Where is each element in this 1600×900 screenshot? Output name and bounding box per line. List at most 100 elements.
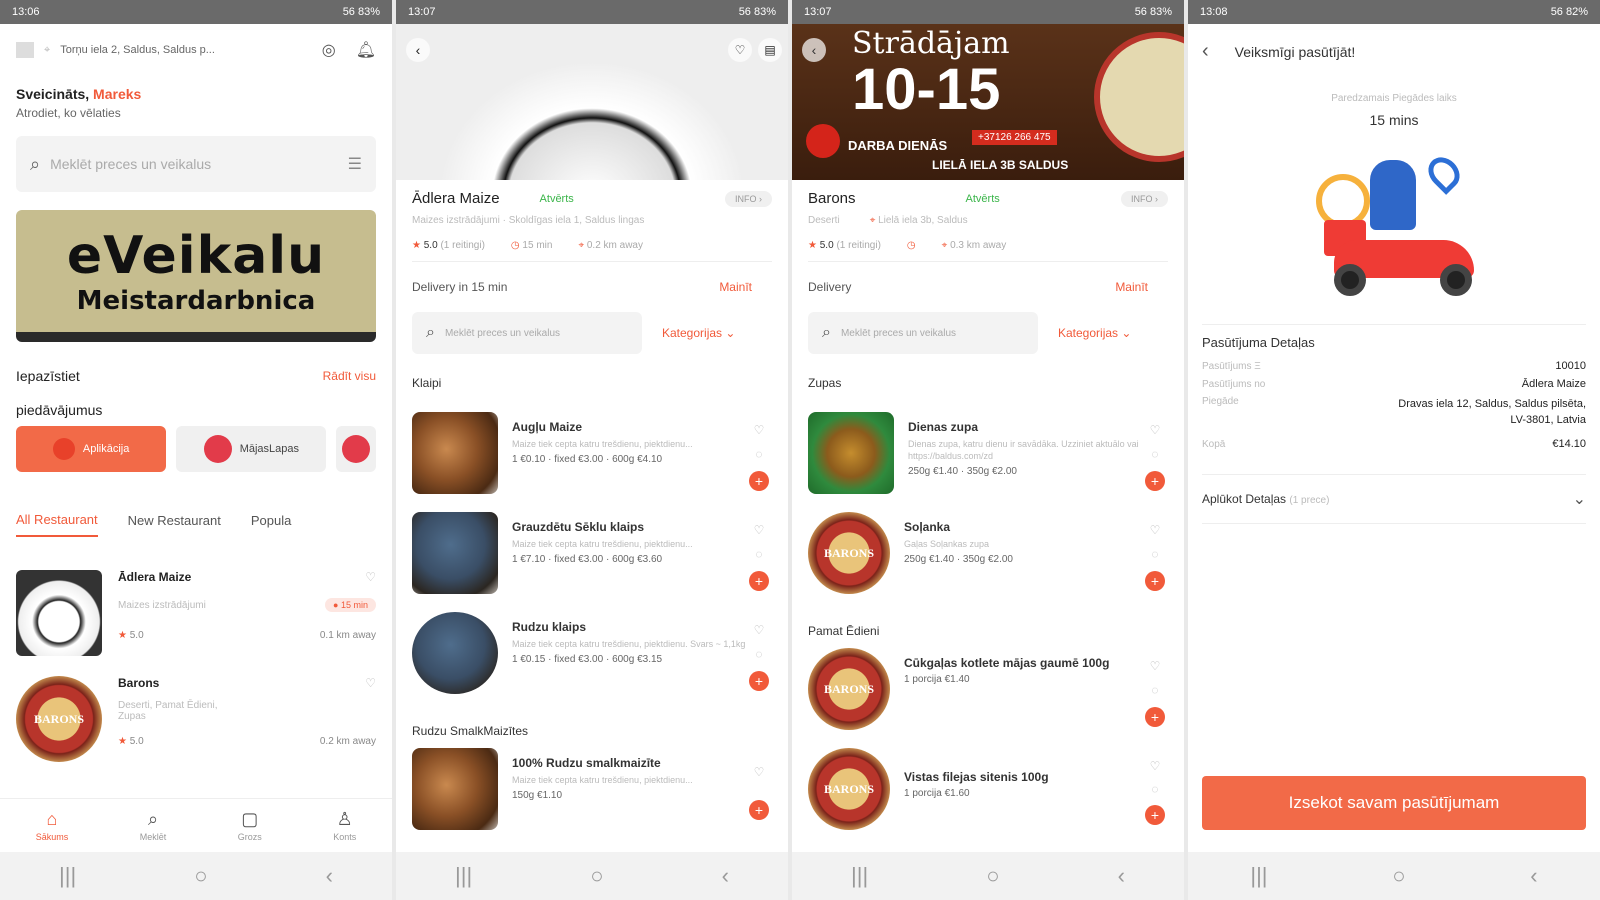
favorite-icon[interactable]: ♡ xyxy=(754,765,765,779)
info-icon[interactable]: ◌ xyxy=(1151,547,1158,561)
add-to-cart-button[interactable]: + xyxy=(749,671,769,691)
back-icon[interactable]: ‹ xyxy=(326,863,333,889)
chip-web[interactable]: MājasLapas xyxy=(176,426,327,472)
details-title: Pasūtījuma Detaļas xyxy=(1202,335,1315,350)
globe-icon[interactable]: ◎ xyxy=(322,40,336,60)
info-icon[interactable]: ◌ xyxy=(1151,447,1158,461)
info-icon[interactable]: ◌ xyxy=(755,647,762,661)
detail-value: Ādlera Maize xyxy=(1521,378,1586,390)
favorite-icon[interactable]: ♡ xyxy=(1150,659,1161,673)
see-all-link[interactable]: Rādīt visu xyxy=(323,369,376,383)
store-distance: 0.2 km away xyxy=(586,240,643,251)
product-card[interactable]: Dienas zupa Dienas zupa, katru dienu ir s… xyxy=(808,412,1168,502)
info-button[interactable]: INFO › xyxy=(725,190,772,207)
recent-apps-icon[interactable]: ||| xyxy=(455,863,472,889)
share-icon[interactable]: ♡ xyxy=(728,38,752,62)
store-address: Lielā iela 3b, Saldus xyxy=(878,215,968,226)
product-card[interactable]: Augļu Maize Maize tiek cepta katru trešdi… xyxy=(412,412,772,502)
product-card[interactable]: BARONS Vistas filejas sitenis 100g 1 porc… xyxy=(808,748,1168,836)
bell-icon[interactable]: 🔔︎ xyxy=(356,40,376,60)
user-name: Mareks xyxy=(93,86,142,102)
favorite-icon[interactable]: ♡ xyxy=(754,623,765,637)
product-card[interactable]: 100% Rudzu smalkmaizīte Maize tiek cepta … xyxy=(412,748,772,836)
tab-search[interactable]: ⌕ Meklēt xyxy=(140,799,167,852)
home-button-icon[interactable]: ○ xyxy=(194,863,207,889)
tab-all-restaurant[interactable]: All Restaurant xyxy=(16,512,98,537)
home-button-icon[interactable]: ○ xyxy=(590,863,603,889)
tab-cart[interactable]: ▢ Grozs xyxy=(238,799,262,852)
filter-icon[interactable]: ☰ xyxy=(348,154,362,174)
search-input[interactable]: ⌕ Meklēt preces un veikalus ☰ xyxy=(16,136,376,192)
add-to-cart-button[interactable]: + xyxy=(1145,805,1165,826)
back-icon[interactable]: ‹ xyxy=(1202,40,1209,63)
product-card[interactable]: Grauzdētu Sēklu klaips Maize tiek cepta k… xyxy=(412,512,772,602)
change-link[interactable]: Mainīt xyxy=(1115,280,1148,294)
add-to-cart-button[interactable]: + xyxy=(1145,571,1165,591)
track-order-button[interactable]: Izsekot savam pasūtījumam xyxy=(1202,776,1586,830)
back-icon[interactable]: ‹ xyxy=(406,38,430,62)
tab-new-restaurant[interactable]: New Restaurant xyxy=(128,513,221,536)
recent-apps-icon[interactable]: ||| xyxy=(1250,863,1267,889)
categories-dropdown[interactable]: Kategorijas ⌄ xyxy=(1058,326,1131,340)
info-icon[interactable]: ◌ xyxy=(755,447,762,461)
featured-label: Iepazīstiet xyxy=(16,368,80,384)
favorite-icon[interactable]: ♡ xyxy=(754,523,765,537)
tab-account[interactable]: ♙ Konts xyxy=(333,799,356,852)
promo-banner[interactable]: eVeikalu Meistardarbnica xyxy=(16,210,376,342)
chip-more[interactable] xyxy=(336,426,376,472)
favorite-icon[interactable]: ♡ xyxy=(1150,759,1161,773)
favorite-icon[interactable]: ♡ xyxy=(754,423,765,437)
store-search-input[interactable]: ⌕ Meklēt preces un veikalus xyxy=(808,312,1038,354)
detail-label: Kopā xyxy=(1202,438,1226,450)
menu-icon[interactable] xyxy=(16,42,34,58)
recent-apps-icon[interactable]: ||| xyxy=(851,863,868,889)
product-price: 1 €0.10 · fixed €3.00 · 600g €4.10 xyxy=(512,454,663,465)
tab-home-label: Sākums xyxy=(35,832,69,842)
address-text[interactable]: Torņu iela 2, Saldus, Saldus p... xyxy=(60,44,312,56)
home-button-icon[interactable]: ○ xyxy=(986,863,999,889)
restaurant-card[interactable]: Ādlera Maize ♡ Maizes izstrādājumi ● 15 … xyxy=(16,570,376,656)
items-accordion[interactable]: Aplūkot Detaļas (1 prece) ⌄ xyxy=(1202,474,1586,524)
add-to-cart-button[interactable]: + xyxy=(749,571,769,591)
open-status: Atvērts xyxy=(965,192,1000,205)
status-battery: 56 82% xyxy=(1550,6,1588,18)
location-pin-icon: ⌖ xyxy=(44,43,51,56)
info-icon[interactable]: ◌ xyxy=(1151,782,1158,796)
search-icon: ⌕ xyxy=(147,809,159,829)
favorite-icon[interactable]: ♡ xyxy=(1150,423,1161,437)
recent-apps-icon[interactable]: ||| xyxy=(59,863,76,889)
cover-logo xyxy=(1094,32,1184,162)
product-card[interactable]: BARONS Cūkgaļas kotlete mājas gaumē 100g… xyxy=(808,648,1168,738)
add-to-cart-button[interactable]: + xyxy=(749,471,769,491)
cart-icon[interactable]: ▤ xyxy=(758,38,782,62)
cover-phone: +37126 266 475 xyxy=(972,130,1057,145)
favorite-icon[interactable]: ♡ xyxy=(365,676,376,690)
change-link[interactable]: Mainīt xyxy=(719,280,752,294)
back-icon[interactable]: ‹ xyxy=(802,38,826,62)
favorite-icon[interactable]: ♡ xyxy=(1150,523,1161,537)
chip-app[interactable]: Aplikācija xyxy=(16,426,167,472)
chip-app-label: Aplikācija xyxy=(82,443,130,455)
add-to-cart-button[interactable]: + xyxy=(1145,471,1165,491)
tab-home[interactable]: ⌂ Sākums xyxy=(36,799,69,852)
back-icon[interactable]: ‹ xyxy=(1118,863,1125,889)
favorite-icon[interactable]: ♡ xyxy=(365,570,376,584)
store-search-placeholder: Meklēt preces un veikalus xyxy=(840,327,957,339)
detail-row: Kopā €14.10 xyxy=(1202,438,1586,450)
store-search-input[interactable]: ⌕ Meklēt preces un veikalus xyxy=(412,312,642,354)
add-to-cart-button[interactable]: + xyxy=(749,799,769,820)
add-to-cart-button[interactable]: + xyxy=(1145,707,1165,727)
restaurant-desc: Maizes izstrādājumi xyxy=(118,599,206,611)
back-icon[interactable]: ‹ xyxy=(1530,863,1537,889)
product-card[interactable]: BARONS Soļanka Gaļas Soļankas zupa 250g €1… xyxy=(808,512,1168,602)
back-icon[interactable]: ‹ xyxy=(722,863,729,889)
info-icon[interactable]: ◌ xyxy=(755,547,762,561)
categories-dropdown[interactable]: Kategorijas ⌄ xyxy=(662,326,735,340)
product-card[interactable]: Rudzu klaips Maize tiek cepta katru trešd… xyxy=(412,612,772,702)
order-details-card: Pasūtījuma Detaļas Pasūtījums Ξ 10010 Pa… xyxy=(1202,324,1586,450)
info-button[interactable]: INFO › xyxy=(1121,190,1168,207)
tab-popular[interactable]: Popula xyxy=(251,513,291,536)
home-button-icon[interactable]: ○ xyxy=(1392,863,1405,889)
info-icon[interactable]: ◌ xyxy=(1151,683,1158,697)
restaurant-card[interactable]: BARONS Barons ♡ Deserti, Pamat Ēdieni, Z… xyxy=(16,676,376,762)
